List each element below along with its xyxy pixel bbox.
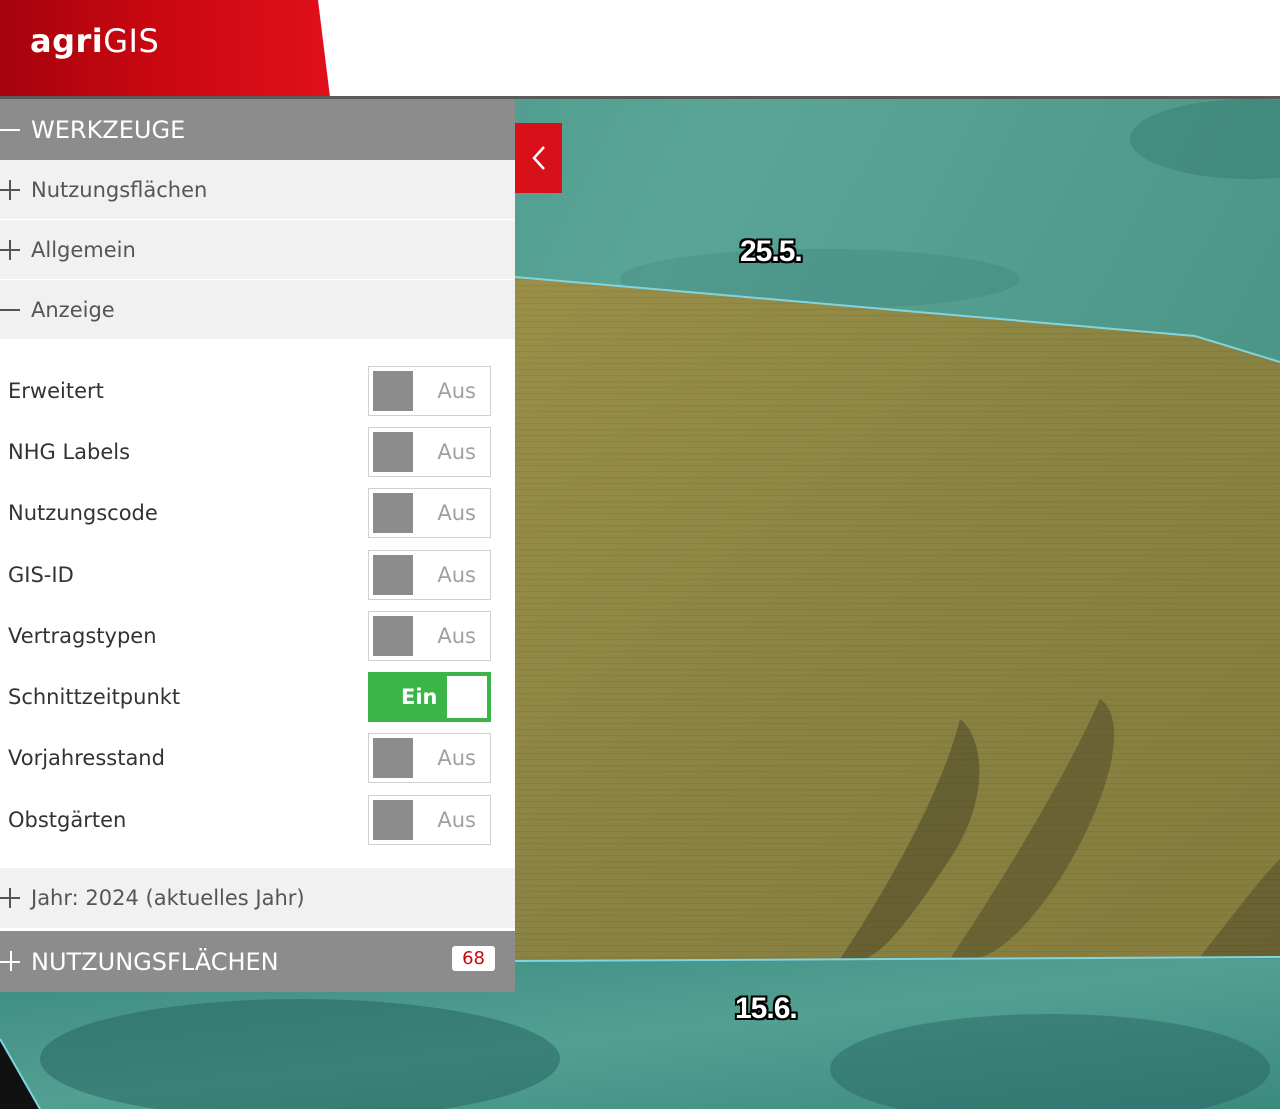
werkzeuge-title: WERKZEUGE xyxy=(31,115,186,144)
toggle-nutzungscode[interactable]: Aus xyxy=(368,488,491,539)
werkzeuge-header[interactable]: WERKZEUGE xyxy=(0,99,515,160)
map-label-mow-date: 15.6. xyxy=(735,992,798,1025)
section-allgemein[interactable]: Allgemein xyxy=(0,220,515,280)
app-header: agriGIS xyxy=(0,0,1280,97)
minus-icon xyxy=(0,119,22,141)
logo-area[interactable]: agriGIS xyxy=(0,0,330,97)
chevron-left-icon xyxy=(531,146,545,170)
setting-label: NHG Labels xyxy=(8,439,131,464)
setting-row-schnittzeitpunkt: Schnittzeitpunkt Ein xyxy=(0,666,515,727)
toggle-vertragstypen[interactable]: Aus xyxy=(368,610,491,661)
anzeige-settings: Erweitert Aus NHG Labels Aus Nutzungscod… xyxy=(0,340,515,869)
app-logo: agriGIS xyxy=(30,22,160,60)
setting-row-vertragstypen: Vertragstypen Aus xyxy=(0,605,515,666)
toggle-knob xyxy=(447,676,487,719)
toggle-state: Aus xyxy=(437,562,476,587)
plus-icon xyxy=(0,951,22,973)
toggle-state: Aus xyxy=(437,439,476,464)
toggle-state: Aus xyxy=(437,378,476,403)
toggle-state: Aus xyxy=(437,746,476,771)
section-year[interactable]: Jahr: 2024 (aktuelles Jahr) xyxy=(0,868,515,930)
section-label: Anzeige xyxy=(31,297,115,322)
toggle-state: Aus xyxy=(437,501,476,526)
collapse-panel-button[interactable] xyxy=(515,123,562,193)
toggle-knob xyxy=(373,554,413,595)
count-badge: 68 xyxy=(452,946,495,972)
toggle-knob xyxy=(373,738,413,779)
toggle-schnittzeitpunkt[interactable]: Ein xyxy=(368,672,491,723)
toggle-obstgaerten[interactable]: Aus xyxy=(368,794,491,845)
toggle-knob xyxy=(373,431,413,472)
map-label-mow-date: 25.5. xyxy=(740,235,803,268)
toggle-vorjahresstand[interactable]: Aus xyxy=(368,733,491,784)
setting-label: GIS-ID xyxy=(8,562,74,587)
year-label: Jahr: 2024 (aktuelles Jahr) xyxy=(31,886,305,911)
setting-label: Nutzungscode xyxy=(8,501,158,526)
setting-row-erweitert: Erweitert Aus xyxy=(0,360,515,421)
setting-row-nhg-labels: NHG Labels Aus xyxy=(0,421,515,482)
setting-row-nutzungscode: Nutzungscode Aus xyxy=(0,483,515,544)
plus-icon xyxy=(0,240,20,260)
setting-label: Vorjahresstand xyxy=(8,746,165,771)
toggle-state: Ein xyxy=(401,685,438,710)
setting-label: Erweitert xyxy=(8,378,104,403)
toggle-erweitert[interactable]: Aus xyxy=(368,365,491,416)
toggle-knob xyxy=(373,615,413,656)
setting-row-vorjahresstand: Vorjahresstand Aus xyxy=(0,728,515,789)
toggle-knob xyxy=(373,370,413,411)
setting-label: Vertragstypen xyxy=(8,623,157,648)
minus-icon xyxy=(0,300,20,320)
setting-row-obstgaerten: Obstgärten Aus xyxy=(0,789,515,850)
toggle-knob xyxy=(373,799,413,840)
plus-icon xyxy=(0,180,20,200)
section-anzeige[interactable]: Anzeige xyxy=(0,280,515,340)
plus-icon xyxy=(0,888,20,908)
setting-label: Obstgärten xyxy=(8,807,127,832)
section-label: Nutzungsflächen xyxy=(31,177,208,202)
toggle-state: Aus xyxy=(437,623,476,648)
nutzungsflaechen-header[interactable]: NUTZUNGSFLÄCHEN 68 xyxy=(0,929,515,993)
setting-row-gis-id: GIS-ID Aus xyxy=(0,544,515,605)
setting-label: Schnittzeitpunkt xyxy=(8,685,181,710)
toggle-knob xyxy=(373,493,413,534)
toggle-gis-id[interactable]: Aus xyxy=(368,549,491,600)
side-panel: WERKZEUGE Nutzungsflächen Allgemein Anze… xyxy=(0,99,515,993)
toggle-state: Aus xyxy=(437,807,476,832)
section-label: Allgemein xyxy=(31,237,136,262)
section-nutzungsflaechen[interactable]: Nutzungsflächen xyxy=(0,160,515,220)
nutzungsflaechen-title: NUTZUNGSFLÄCHEN xyxy=(31,947,279,976)
toggle-nhg-labels[interactable]: Aus xyxy=(368,426,491,477)
